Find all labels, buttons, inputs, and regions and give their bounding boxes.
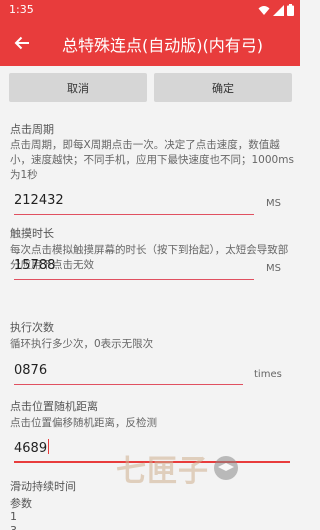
status-bar: 1:35 — [0, 0, 300, 20]
wifi-icon — [258, 5, 270, 15]
status-time: 1:35 — [9, 3, 34, 16]
random-offset-label: 点击位置随机距离 — [10, 400, 98, 413]
page-title: 总特殊连点(自动版)(内有弓) — [62, 36, 263, 55]
cancel-button[interactable]: 取消 — [9, 73, 147, 102]
param-item: 3 — [10, 524, 17, 530]
repeat-count-description: 循环执行多少次，0表示无限次 — [10, 338, 154, 350]
click-period-description: 点击周期，即每X周期点击一次。决定了点击速度，数值越小，速度越快；不同手机，应用… — [10, 139, 294, 181]
click-period-input[interactable]: 212432 — [14, 191, 254, 215]
confirm-button[interactable]: 确定 — [154, 73, 292, 102]
app-bar: 总特殊连点(自动版)(内有弓) — [0, 20, 300, 66]
touch-duration-input[interactable]: 15788 — [14, 256, 254, 280]
slide-duration-label: 滑动持续时间 — [10, 480, 76, 493]
touch-duration-unit: MS — [266, 263, 281, 274]
param-item: 1 — [10, 510, 17, 523]
click-period-unit: MS — [266, 198, 281, 209]
random-offset-input[interactable]: 4689 — [14, 439, 290, 463]
status-icons — [258, 4, 294, 16]
random-offset-description: 点击位置偏移随机距离，反检测 — [10, 417, 157, 429]
params-label: 参数 — [10, 497, 32, 510]
touch-duration-label: 触摸时长 — [10, 227, 54, 240]
repeat-count-unit: times — [254, 369, 282, 380]
back-button[interactable] — [6, 27, 38, 59]
repeat-count-input[interactable]: 0876 — [14, 361, 243, 385]
battery-icon — [287, 4, 294, 16]
text-cursor — [48, 439, 50, 454]
click-period-label: 点击周期 — [10, 123, 54, 136]
random-offset-value: 4689 — [14, 441, 48, 456]
arrow-back-icon — [14, 36, 29, 50]
signal-icon — [273, 4, 284, 16]
repeat-count-label: 执行次数 — [10, 321, 54, 334]
